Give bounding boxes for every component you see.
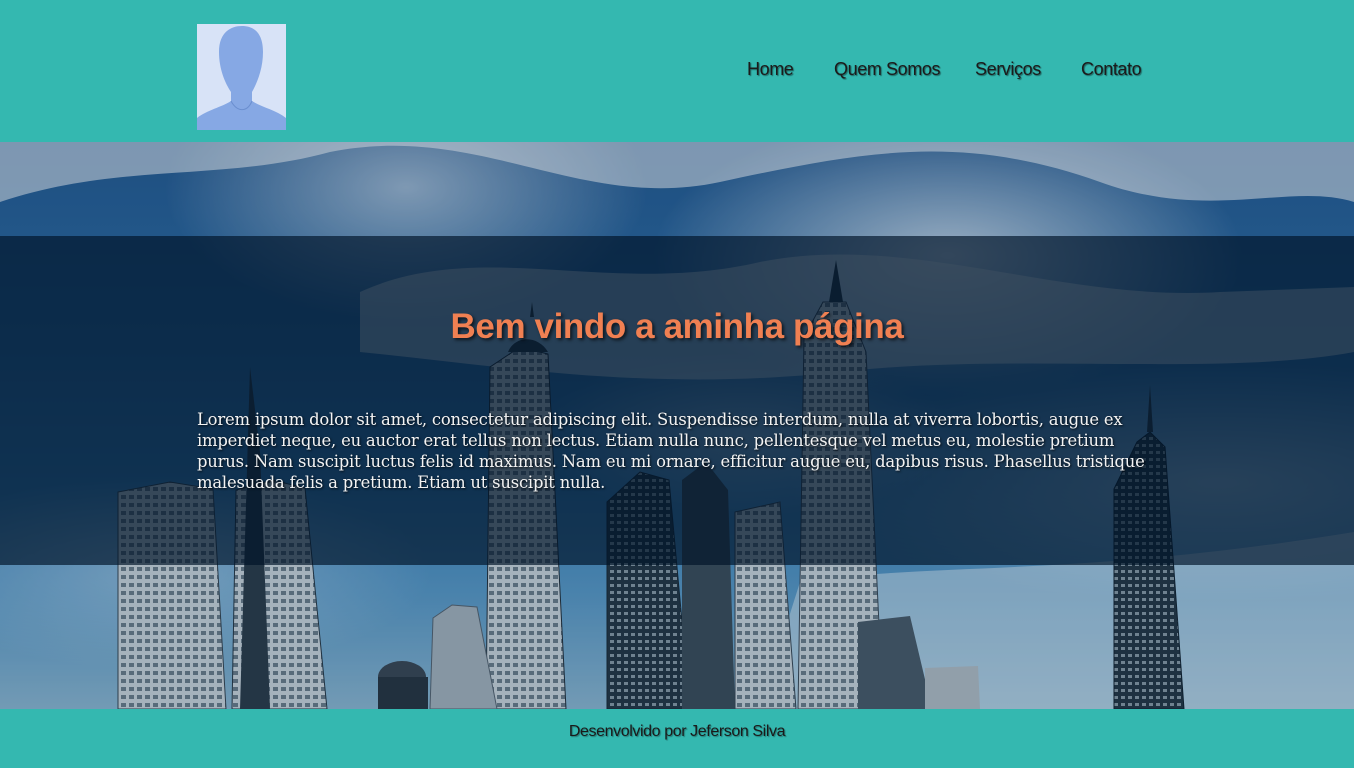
dark-content-overlay [0, 236, 1354, 565]
nav-home[interactable]: Home [747, 59, 794, 80]
hero-section: Bem vindo a aminha página Lorem ipsum do… [0, 142, 1354, 709]
intro-paragraph: Lorem ipsum dolor sit amet, consectetur … [197, 410, 1145, 492]
nav-quem-somos[interactable]: Quem Somos [834, 59, 940, 80]
avatar [197, 24, 286, 130]
site-header: Home Quem Somos Serviços Contato [0, 0, 1354, 142]
user-avatar-icon [197, 24, 286, 130]
nav-contato[interactable]: Contato [1081, 59, 1142, 80]
page-title: Bem vindo a aminha página [450, 307, 904, 346]
site-footer: Desenvolvido por Jeferson Silva [0, 709, 1354, 768]
nav-servicos[interactable]: Serviços [975, 59, 1041, 80]
footer-credit: Desenvolvido por Jeferson Silva [568, 723, 786, 740]
